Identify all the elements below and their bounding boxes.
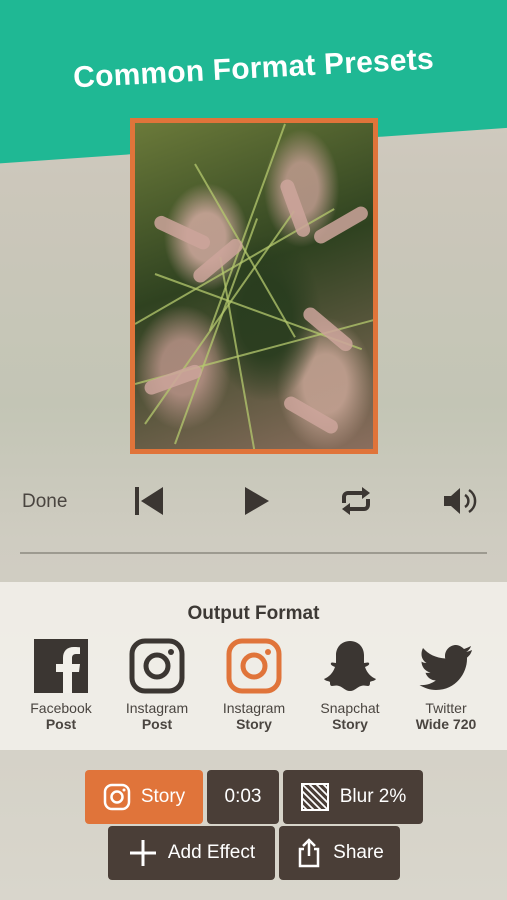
play-icon[interactable] [238, 483, 274, 519]
format-option-instagram-post[interactable]: Instagram Post [109, 638, 205, 732]
share-button[interactable]: Share [279, 826, 400, 880]
instagram-icon [103, 783, 131, 811]
volume-icon[interactable] [442, 483, 478, 519]
format-label-1: Facebook [30, 700, 92, 716]
add-effect-label: Add Effect [167, 842, 256, 863]
format-option-snapchat-story[interactable]: Snapchat Story [302, 638, 398, 732]
format-option-twitter-wide-720[interactable]: Twitter Wide 720 [398, 638, 494, 732]
blur-icon [300, 783, 329, 811]
format-sublabel-5: Wide 720 [415, 716, 477, 732]
share-icon [298, 838, 320, 868]
format-label-4: Snapchat [320, 700, 380, 716]
twitter-icon [419, 645, 472, 690]
video-preview[interactable] [130, 118, 378, 454]
instagram-icon [129, 638, 185, 694]
skip-back-icon[interactable] [132, 483, 168, 519]
blur-button[interactable]: Blur 2% [283, 770, 423, 824]
format-sublabel-1: Post [45, 716, 77, 732]
format-sublabel-3: Story [236, 716, 272, 732]
output-format-title: Output Format [187, 603, 320, 624]
plus-icon [129, 840, 156, 866]
format-option-instagram-story[interactable]: Instagram Story [206, 638, 302, 732]
instagram-icon [226, 638, 282, 694]
format-label-2: Instagram [125, 700, 189, 716]
format-label-5: Twitter [425, 700, 467, 716]
format-story-button[interactable]: Story [85, 770, 203, 824]
format-label-3: Instagram [222, 700, 286, 716]
output-format-panel: Output Format Facebook Post Instagram Po… [0, 582, 507, 750]
format-sublabel-2: Post [141, 716, 173, 732]
duration-label: 0:03 [224, 786, 262, 807]
format-story-label: Story [140, 786, 186, 807]
facebook-icon [34, 639, 88, 693]
timeline-scrubber[interactable] [20, 552, 487, 554]
loop-icon[interactable] [338, 483, 374, 519]
playback-controls: Done [0, 475, 507, 525]
add-effect-button[interactable]: Add Effect [108, 826, 275, 880]
format-option-facebook-post[interactable]: Facebook Post [13, 638, 109, 732]
duration-button[interactable]: 0:03 [207, 770, 279, 824]
snapchat-icon [324, 641, 376, 691]
done-button[interactable]: Done [22, 491, 67, 513]
blur-label: Blur 2% [339, 786, 407, 807]
format-sublabel-4: Story [332, 716, 368, 732]
share-label: Share [333, 842, 384, 863]
